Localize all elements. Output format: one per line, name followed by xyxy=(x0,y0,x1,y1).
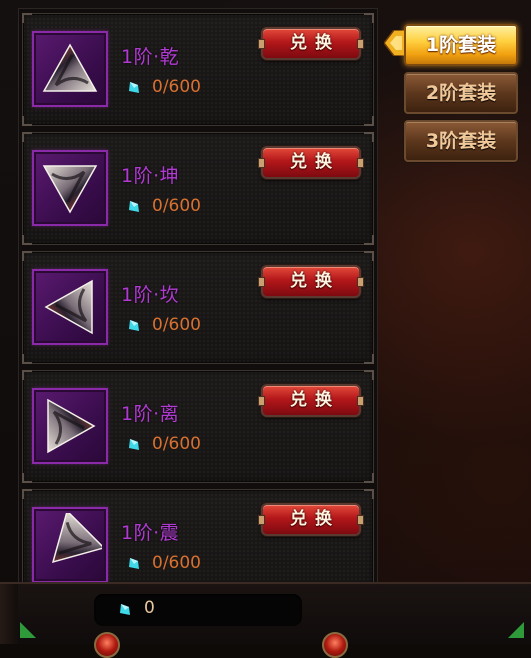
item-name: 1阶·震 xyxy=(121,522,180,544)
item-card: 1阶·坎 0/600 兑换 xyxy=(22,251,374,364)
card-corner xyxy=(22,235,32,245)
card-corner xyxy=(22,489,32,499)
item-icon-slot[interactable] xyxy=(32,31,108,107)
corner-ornament-icon xyxy=(20,622,36,638)
bottom-bar-edge xyxy=(0,584,18,644)
crystal-icon xyxy=(129,439,139,450)
card-corner xyxy=(364,354,374,364)
crystal-icon xyxy=(129,201,139,212)
card-corner xyxy=(22,354,32,364)
trigram-piece-icon xyxy=(47,398,96,454)
item-icon-slot[interactable] xyxy=(32,388,108,464)
card-corner xyxy=(364,489,374,499)
item-card: 1阶·乾 0/600 兑换 xyxy=(22,13,374,126)
bottom-bar: 0 xyxy=(0,582,531,644)
card-corner xyxy=(22,473,32,483)
tab-tier-3-set[interactable]: 3阶套装 xyxy=(404,120,518,162)
tab-tier-2-set[interactable]: 2阶套装 xyxy=(404,72,518,114)
item-icon-slot[interactable] xyxy=(32,269,108,345)
exchange-button[interactable]: 兑换 xyxy=(258,146,364,179)
crystal-icon xyxy=(129,82,139,93)
card-corner xyxy=(22,13,32,23)
card-corner xyxy=(22,251,32,261)
item-icon-slot[interactable] xyxy=(32,507,108,583)
item-name: 1阶·乾 xyxy=(121,46,180,68)
item-list[interactable]: 1阶·乾 0/600 兑换 1阶·坤 0/600 兑换 1阶·坎 0/600 兑… xyxy=(18,8,378,584)
item-progress: 0/600 xyxy=(152,434,201,454)
ornament-knob xyxy=(322,632,348,658)
item-name: 1阶·坎 xyxy=(121,284,180,306)
trigram-piece-icon xyxy=(44,279,93,335)
card-corner xyxy=(22,132,32,142)
crystal-icon xyxy=(129,320,139,331)
card-corner xyxy=(364,235,374,245)
currency-value: 0 xyxy=(144,598,155,618)
exchange-button[interactable]: 兑换 xyxy=(258,265,364,298)
item-progress: 0/600 xyxy=(152,315,201,335)
trigram-piece-icon xyxy=(42,165,98,214)
card-corner xyxy=(364,116,374,126)
exchange-button[interactable]: 兑换 xyxy=(258,27,364,60)
card-corner xyxy=(22,116,32,126)
card-corner xyxy=(364,370,374,380)
corner-ornament-icon xyxy=(508,622,524,638)
card-corner xyxy=(364,251,374,261)
item-card: 1阶·震 0/600 兑换 xyxy=(22,489,374,583)
card-corner xyxy=(364,473,374,483)
exchange-button[interactable]: 兑换 xyxy=(258,503,364,536)
item-progress: 0/600 xyxy=(152,553,201,573)
item-card: 1阶·离 0/600 兑换 xyxy=(22,370,374,483)
item-name: 1阶·坤 xyxy=(121,165,180,187)
trigram-piece-icon xyxy=(51,513,102,564)
tab-tier-1-set[interactable]: 1阶套装 xyxy=(404,24,518,66)
card-corner xyxy=(22,370,32,380)
ornament-knob xyxy=(94,632,120,658)
trigram-piece-icon xyxy=(42,43,98,92)
item-progress: 0/600 xyxy=(152,77,201,97)
item-progress: 0/600 xyxy=(152,196,201,216)
exchange-button[interactable]: 兑换 xyxy=(258,384,364,417)
item-card: 1阶·坤 0/600 兑换 xyxy=(22,132,374,245)
crystal-icon xyxy=(120,604,130,615)
card-corner xyxy=(364,132,374,142)
card-corner xyxy=(364,13,374,23)
item-icon-slot[interactable] xyxy=(32,150,108,226)
item-name: 1阶·离 xyxy=(121,403,180,425)
crystal-icon xyxy=(129,558,139,569)
currency-display: 0 xyxy=(94,594,302,626)
